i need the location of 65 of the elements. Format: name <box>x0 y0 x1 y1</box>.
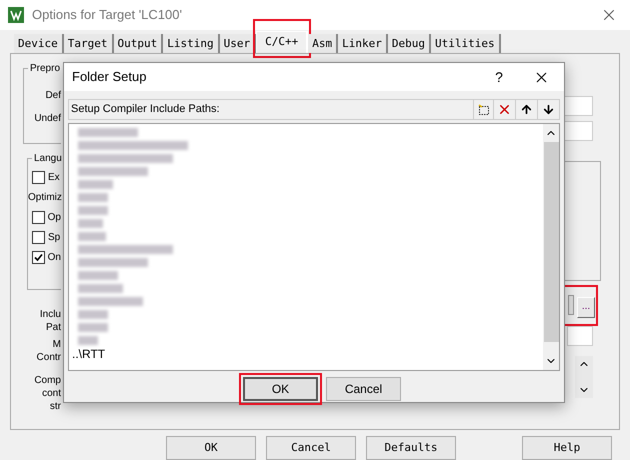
help-button[interactable]: ? <box>489 66 509 88</box>
browse-button[interactable]: ... <box>577 296 595 318</box>
tab[interactable]: C/C++ <box>256 31 308 53</box>
blurred-entry[interactable] <box>78 206 108 215</box>
field-label: Contr <box>36 351 61 364</box>
blurred-entry[interactable] <box>78 141 188 150</box>
dialog-button[interactable]: Cancel <box>326 377 401 401</box>
blurred-entry[interactable] <box>78 128 138 137</box>
list-item[interactable]: ..\RTT <box>72 347 106 361</box>
input-field[interactable] <box>567 326 593 346</box>
checkbox[interactable] <box>32 171 45 184</box>
dialog-button[interactable]: Defaults <box>366 436 456 460</box>
blurred-entry[interactable] <box>78 336 98 345</box>
checkmark-icon <box>34 253 43 262</box>
tab[interactable]: Linker <box>338 34 388 53</box>
field-label: Optimiz <box>28 191 61 204</box>
field-label: str <box>50 400 61 413</box>
header-label: Setup Compiler Include Paths: <box>71 102 221 118</box>
app-logo-icon <box>8 7 24 23</box>
blurred-entry[interactable] <box>78 245 173 254</box>
blurred-entry[interactable] <box>78 323 108 332</box>
blurred-entry[interactable] <box>78 284 123 293</box>
dialog-title: Folder Setup <box>72 68 146 86</box>
tab[interactable]: Target <box>64 34 114 53</box>
field-label: Sp <box>48 231 60 244</box>
checkbox[interactable] <box>32 211 45 224</box>
checkbox[interactable] <box>32 251 45 264</box>
checkbox[interactable] <box>32 231 45 244</box>
dialog-button[interactable]: OK <box>166 436 256 460</box>
blurred-entry[interactable] <box>78 167 148 176</box>
field-label: On <box>48 251 61 264</box>
field-label: Ex <box>48 171 60 184</box>
dialog-button[interactable]: Help <box>522 436 612 460</box>
field-label: Def <box>45 89 61 102</box>
field-label: Pat <box>46 321 61 334</box>
tab[interactable]: Listing <box>163 34 220 53</box>
field-label: Comp <box>34 374 61 387</box>
tab[interactable]: Debug <box>388 34 431 53</box>
scroll-thumb[interactable] <box>544 142 558 342</box>
tab[interactable]: Utilities <box>430 34 501 53</box>
blurred-entry[interactable] <box>78 193 108 202</box>
field-label: Op <box>48 211 61 224</box>
tab[interactable]: User <box>220 34 256 53</box>
blurred-entry[interactable] <box>78 180 113 189</box>
group-title: Langu <box>32 151 64 166</box>
scrollbar[interactable] <box>543 124 559 370</box>
tab[interactable]: Device <box>14 34 64 53</box>
group-title: Prepro <box>28 61 62 76</box>
blurred-entry[interactable] <box>78 219 103 228</box>
field-label: cont <box>42 387 61 400</box>
scrollbar[interactable] <box>575 356 593 398</box>
tab[interactable]: Output <box>114 34 164 53</box>
field-label: Undef <box>34 112 61 125</box>
blurred-entry[interactable] <box>78 232 106 241</box>
blurred-entry[interactable] <box>78 258 148 267</box>
tab[interactable]: Asm <box>308 34 338 53</box>
blurred-entry[interactable] <box>78 271 118 280</box>
blurred-entry[interactable] <box>78 154 173 163</box>
dialog-button[interactable]: OK <box>243 377 318 401</box>
dialog-button[interactable]: Cancel <box>266 436 356 460</box>
blurred-entry[interactable] <box>78 297 143 306</box>
field-label: M <box>52 338 61 351</box>
window-title: Options for Target 'LC100' <box>32 6 182 24</box>
blurred-entry[interactable] <box>78 310 108 319</box>
field-label: Inclu <box>40 308 61 321</box>
